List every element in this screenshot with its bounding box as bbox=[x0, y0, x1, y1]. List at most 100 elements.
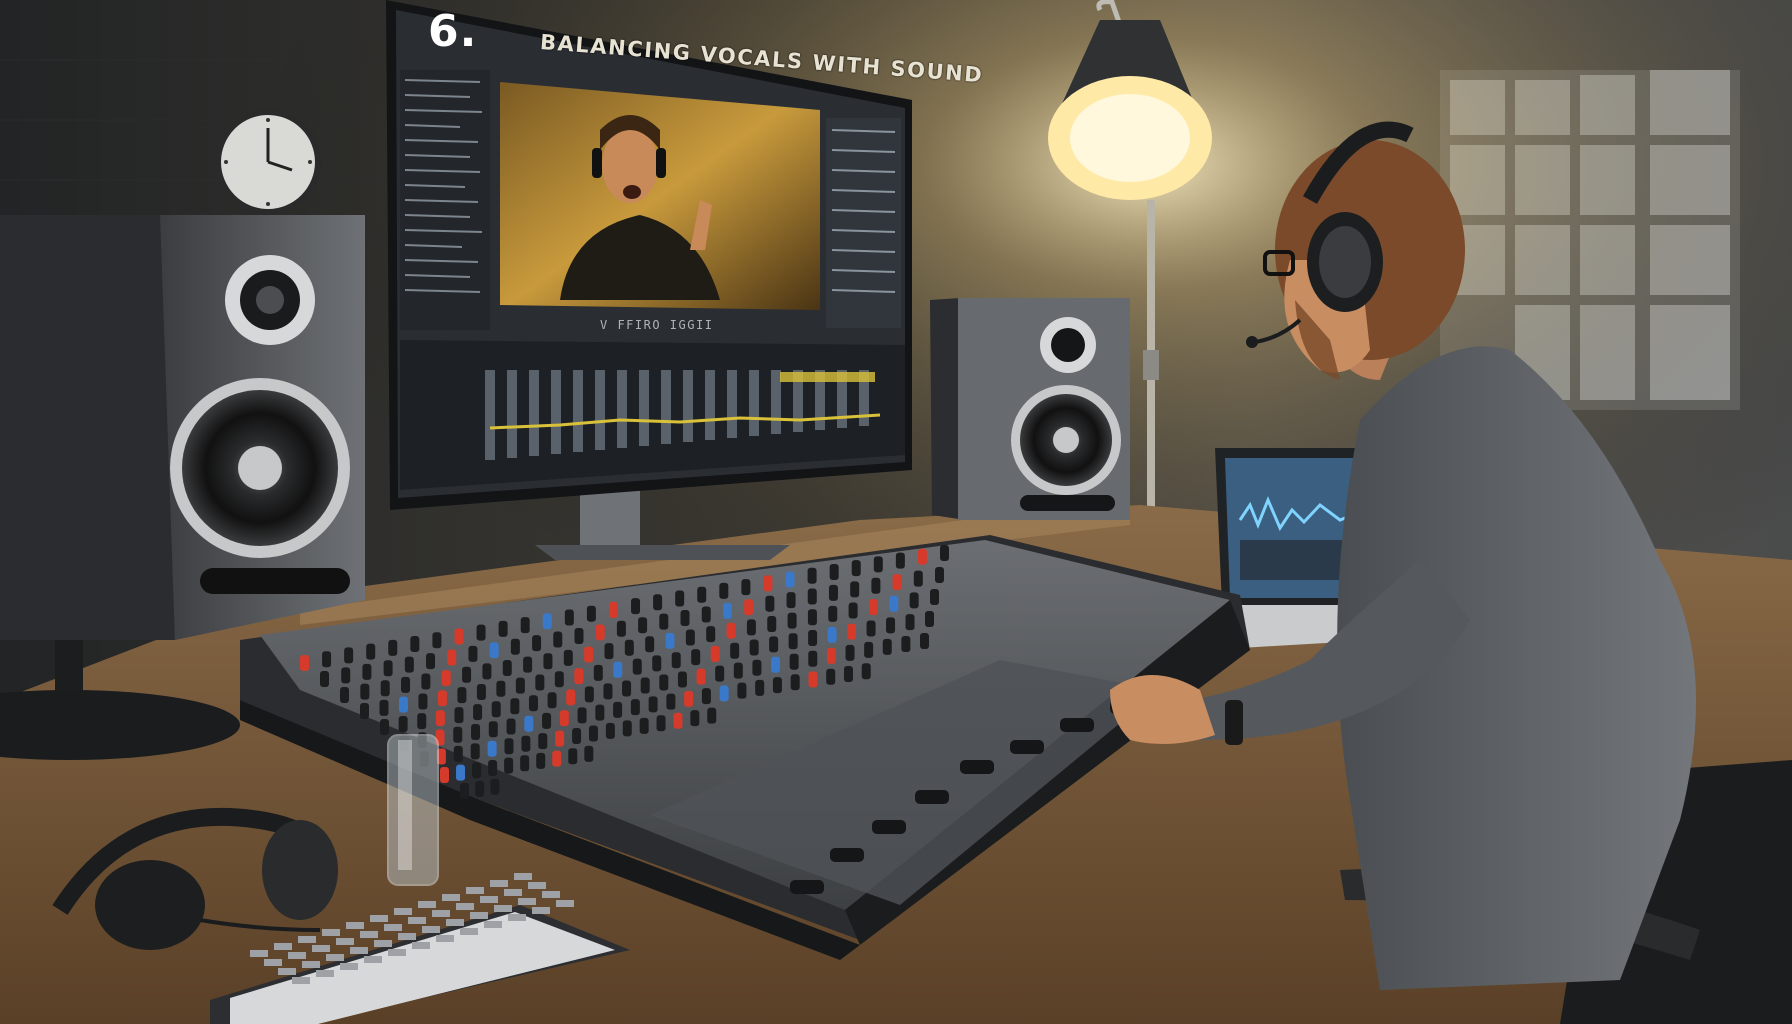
console-knob bbox=[697, 586, 707, 603]
console-knob bbox=[379, 699, 389, 716]
console-knob bbox=[300, 655, 309, 671]
fader-cap bbox=[830, 848, 864, 862]
console-knob bbox=[435, 710, 445, 727]
console-knob bbox=[710, 645, 720, 662]
keyboard-key bbox=[288, 952, 306, 959]
console-knob bbox=[616, 620, 626, 637]
keyboard-key bbox=[326, 954, 344, 961]
console-knob bbox=[925, 611, 934, 627]
console-knob bbox=[482, 663, 492, 680]
console-knob bbox=[383, 660, 393, 677]
console-knob bbox=[595, 704, 605, 721]
keyboard-key bbox=[340, 963, 358, 970]
keyboard-key bbox=[394, 908, 412, 915]
console-knob bbox=[524, 715, 534, 732]
console-knob bbox=[490, 778, 500, 795]
console-knob bbox=[360, 683, 370, 700]
console-knob bbox=[771, 656, 781, 673]
console-knob bbox=[552, 750, 562, 767]
console-knob bbox=[456, 764, 466, 781]
keyboard-key bbox=[514, 873, 532, 880]
console-knob bbox=[542, 613, 552, 630]
console-knob bbox=[473, 704, 483, 721]
keyboard-key bbox=[298, 936, 316, 943]
console-knob bbox=[341, 667, 351, 684]
right-studio-speaker bbox=[930, 298, 1130, 520]
console-knob bbox=[639, 717, 649, 734]
console-knob bbox=[940, 545, 949, 561]
clock-icon bbox=[215, 109, 321, 215]
studio-scene: 6. BALANCING VOCALS WITH SOUND V FFIRO I… bbox=[0, 0, 1792, 1024]
console-knob bbox=[584, 646, 594, 663]
console-knob bbox=[786, 592, 796, 609]
console-knob bbox=[659, 613, 669, 630]
console-knob bbox=[577, 707, 587, 724]
console-knob bbox=[470, 743, 480, 760]
console-knob bbox=[613, 701, 623, 718]
console-knob bbox=[889, 595, 899, 612]
console-knob bbox=[632, 658, 642, 675]
console-knob bbox=[631, 598, 641, 615]
keyboard-key bbox=[388, 949, 406, 956]
fader-cap bbox=[915, 790, 949, 804]
console-knob bbox=[826, 668, 836, 685]
console-knob bbox=[559, 710, 569, 727]
console-knob bbox=[320, 671, 329, 687]
keyboard-key bbox=[364, 956, 382, 963]
console-knob bbox=[866, 620, 876, 637]
keyboard-key bbox=[494, 905, 512, 912]
console-knob bbox=[701, 606, 711, 623]
console-knob bbox=[638, 617, 648, 634]
console-knob bbox=[568, 748, 578, 765]
console-knob bbox=[584, 686, 594, 703]
console-knob bbox=[868, 599, 878, 616]
keyboard-key bbox=[336, 938, 354, 945]
console-knob bbox=[895, 552, 905, 569]
console-knob bbox=[807, 567, 817, 584]
console-knob bbox=[404, 656, 414, 673]
console-knob bbox=[462, 666, 472, 683]
console-knob bbox=[826, 647, 836, 664]
console-knob bbox=[707, 707, 717, 724]
console-knob bbox=[843, 666, 853, 683]
console-knob bbox=[847, 623, 857, 640]
console-knob bbox=[920, 633, 929, 649]
console-knob bbox=[630, 699, 640, 716]
console-knob bbox=[487, 740, 497, 757]
console-knob bbox=[640, 677, 650, 694]
console-knob bbox=[652, 655, 662, 672]
console-knob bbox=[504, 757, 514, 774]
console-knob bbox=[496, 680, 506, 697]
console-knob bbox=[715, 665, 725, 682]
console-knob bbox=[882, 638, 892, 655]
console-knob bbox=[845, 644, 855, 661]
console-knob bbox=[790, 674, 800, 691]
keyboard-key bbox=[412, 942, 430, 949]
keyboard-key bbox=[470, 912, 488, 919]
console-knob bbox=[563, 649, 573, 666]
console-knob bbox=[737, 682, 747, 699]
console-knob bbox=[603, 683, 613, 700]
console-knob bbox=[864, 641, 874, 658]
keyboard-key bbox=[374, 940, 392, 947]
console-knob bbox=[453, 745, 463, 762]
console-knob bbox=[622, 720, 632, 737]
console-knob bbox=[510, 698, 520, 715]
console-knob bbox=[749, 639, 759, 656]
keyboard-key bbox=[432, 910, 450, 917]
console-knob bbox=[595, 624, 605, 641]
scene-illustration bbox=[0, 0, 1792, 1024]
console-knob bbox=[701, 688, 711, 705]
console-knob bbox=[675, 590, 685, 607]
console-knob bbox=[755, 679, 765, 696]
console-knob bbox=[763, 575, 773, 592]
console-knob bbox=[685, 629, 695, 646]
console-knob bbox=[574, 668, 584, 685]
console-knob bbox=[554, 671, 564, 688]
console-knob bbox=[410, 636, 420, 653]
console-knob bbox=[850, 581, 860, 598]
console-knob bbox=[719, 685, 729, 702]
console-knob bbox=[726, 622, 736, 639]
console-knob bbox=[613, 661, 623, 678]
console-knob bbox=[447, 649, 457, 666]
